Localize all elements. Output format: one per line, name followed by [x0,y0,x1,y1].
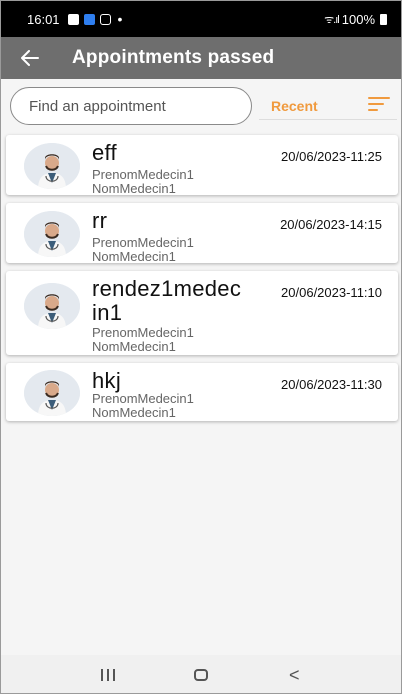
system-back-button[interactable]: < [279,660,309,690]
arrow-left-icon [21,50,39,66]
recent-apps-button[interactable] [93,660,123,690]
doctor-avatar [24,143,80,189]
app-screen: 16:01 • ᯤ.ıl 100% Appointments passed Re… [0,0,402,694]
search-row: Recent [1,79,401,131]
doctor-last-name: NomMedecin1 [92,405,176,420]
doctor-portrait-icon [24,370,80,416]
notification-dot: • [117,11,123,27]
page-title: Appointments passed [72,47,275,68]
appointment-card[interactable]: rr PrenomMedecin1 NomMedecin1 20/06/2023… [6,203,398,264]
doctor-avatar [24,370,80,416]
sort-lines-icon[interactable] [368,97,390,113]
doctor-portrait-icon [24,283,80,329]
appointment-card[interactable]: eff PrenomMedecin1 NomMedecin1 20/06/202… [6,135,398,196]
status-time: 16:01 [27,11,60,27]
doctor-portrait-icon [24,143,80,189]
doctor-first-name: PrenomMedecin1 [92,391,194,406]
sort-divider [259,119,397,120]
recent-apps-icon [100,669,103,681]
signal-icon: ᯤ.ıl [324,13,340,26]
gallery-icon [67,13,79,25]
doctor-last-name: NomMedecin1 [92,249,176,264]
home-icon [193,669,208,681]
appointment-date: 20/06/2023-11:25 [281,149,382,164]
doctor-first-name: PrenomMedecin1 [92,235,194,250]
app-notification-icon [83,13,95,25]
doctor-last-name: NomMedecin1 [92,181,176,196]
chevron-left-icon: < [289,664,300,685]
sort-recent-button[interactable]: Recent [271,98,318,114]
back-button[interactable] [5,37,55,79]
instagram-icon [99,13,111,25]
doctor-avatar [24,283,80,329]
appointment-date: 20/06/2023-11:10 [281,285,382,300]
appointment-title: rr [92,208,108,233]
app-bar: Appointments passed [1,37,401,79]
doctor-last-name: NomMedecin1 [92,339,176,354]
doctor-avatar [24,211,80,257]
doctor-first-name: PrenomMedecin1 [92,325,194,340]
appointment-card[interactable]: hkj PrenomMedecin1 NomMedecin1 20/06/202… [6,363,398,421]
home-button[interactable] [186,660,216,690]
appointment-date: 20/06/2023-14:15 [280,217,382,232]
battery-percent: 100% [341,11,375,27]
appointment-card[interactable]: rendez1medecin1 PrenomMedecin1 NomMedeci… [6,271,398,355]
status-bar: 16:01 • ᯤ.ıl 100% [1,1,401,37]
battery-icon [380,13,387,25]
appointment-title: rendez1medecin1 [92,276,242,325]
search-input[interactable] [10,87,252,125]
appointment-title: hkj [92,368,122,393]
appointment-title: eff [92,140,117,165]
doctor-first-name: PrenomMedecin1 [92,167,194,182]
system-nav-bar: < [1,655,401,693]
status-right: ᯤ.ıl 100% [324,12,387,27]
appointment-date: 20/06/2023-11:30 [281,377,382,392]
doctor-portrait-icon [24,211,80,257]
